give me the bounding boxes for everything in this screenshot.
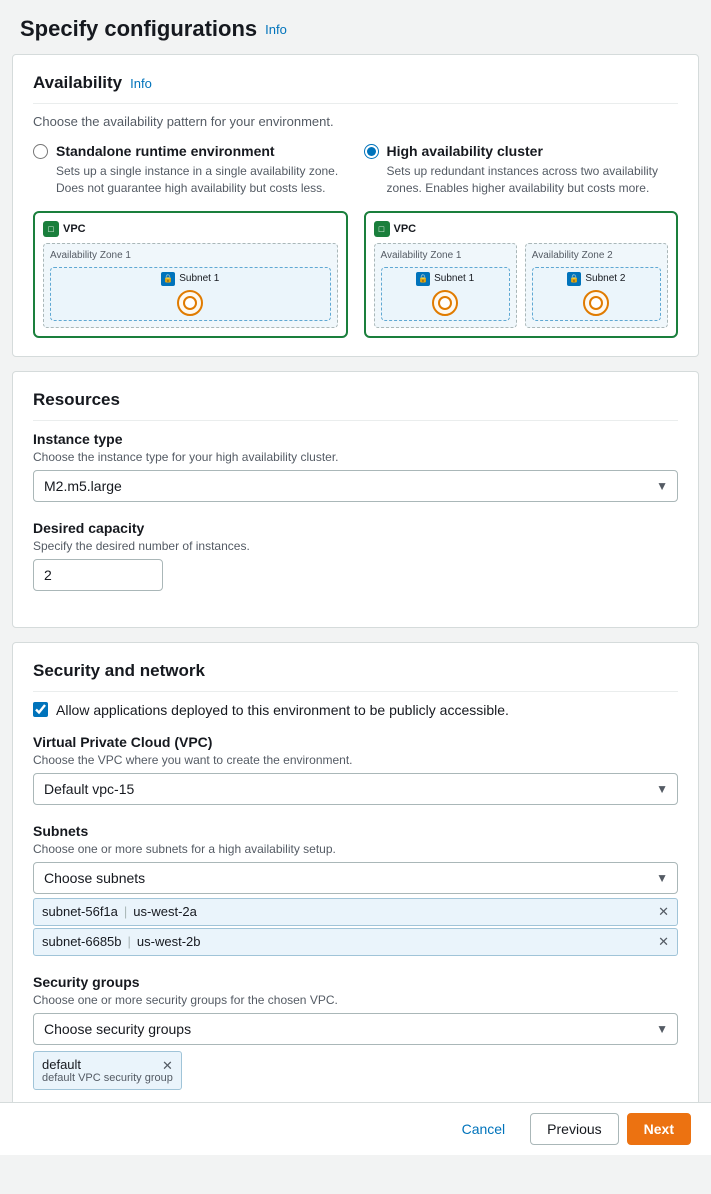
ha-subnet1-icon: 🔒 [416,272,430,286]
standalone-diagram: □ VPC Availability Zone 1 🔒 Subnet 1 [33,211,348,338]
public-accessible-label[interactable]: Allow applications deployed to this envi… [56,702,509,718]
security-groups-label: Security groups [33,974,678,990]
ha-subnet2-icon: 🔒 [567,272,581,286]
ha-instance1-icon [432,290,458,316]
ha-subnet1: 🔒 Subnet 1 [381,267,510,321]
security-group-chip-default: default default VPC security group ✕ [33,1051,182,1090]
high-availability-radio[interactable] [364,144,379,159]
page-container: Specify configurations Info Availability… [0,0,711,1194]
desired-capacity-label: Desired capacity [33,520,678,536]
subnets-chips: subnet-56f1a | us-west-2a ✕ subnet-6685b… [33,898,678,956]
standalone-az1: Availability Zone 1 🔒 Subnet 1 [43,243,338,328]
instance-type-label: Instance type [33,431,678,447]
subnet-chip-1-id: subnet-56f1a [42,904,118,919]
vpc-desc: Choose the VPC where you want to create … [33,753,678,767]
standalone-option: Standalone runtime environment Sets up a… [33,143,348,338]
subnet-chip-1-remove[interactable]: ✕ [658,904,669,920]
desired-capacity-desc: Specify the desired number of instances. [33,539,678,553]
availability-title: Availability [33,73,122,93]
ha-instance2-icon [583,290,609,316]
standalone-az-container: Availability Zone 1 🔒 Subnet 1 [43,243,338,328]
high-availability-option: High availability cluster Sets up redund… [364,143,679,338]
sg-chip-name: default [42,1057,173,1072]
high-availability-desc: Sets up redundant instances across two a… [387,163,679,197]
previous-button[interactable]: Previous [530,1113,618,1145]
subnets-field: Subnets Choose one or more subnets for a… [33,823,678,956]
resources-title: Resources [33,390,120,410]
security-network-header: Security and network [33,661,678,692]
public-accessible-checkbox[interactable] [33,702,48,717]
sg-chip-remove[interactable]: ✕ [162,1058,173,1074]
security-network-title: Security and network [33,661,205,681]
ha-az-container: Availability Zone 1 🔒 Subnet 1 [374,243,669,328]
security-groups-field: Security groups Choose one or more secur… [33,974,678,1090]
security-network-section: Security and network Allow applications … [12,642,699,1127]
cancel-button[interactable]: Cancel [445,1113,523,1145]
subnet-chip-1: subnet-56f1a | us-west-2a ✕ [33,898,678,926]
subnet-chip-2-remove[interactable]: ✕ [658,934,669,950]
desired-capacity-field: Desired capacity Specify the desired num… [33,520,678,591]
subnets-select-wrapper: Choose subnets ▼ [33,862,678,894]
subnet-chip-2-id: subnet-6685b [42,934,122,949]
standalone-radio-label[interactable]: Standalone runtime environment [33,143,348,159]
vpc-select-wrapper: Default vpc-15 ▼ [33,773,678,805]
standalone-vpc-label: □ VPC [43,221,338,237]
instance-type-select[interactable]: M2.m5.large M2.m5.xlarge M2.m5.2xlarge [33,470,678,502]
ha-vpc-label: □ VPC [374,221,669,237]
security-groups-desc: Choose one or more security groups for t… [33,993,678,1007]
instance-icon [177,290,203,316]
ha-vpc-icon: □ [374,221,390,237]
page-info-link[interactable]: Info [265,22,287,37]
security-groups-select-wrapper: Choose security groups ▼ [33,1013,678,1045]
instance-type-select-wrapper: M2.m5.large M2.m5.xlarge M2.m5.2xlarge ▼ [33,470,678,502]
ha-az2-label: Availability Zone 2 [532,250,661,261]
availability-header: Availability Info [33,73,678,104]
next-button[interactable]: Next [627,1113,691,1145]
resources-header: Resources [33,390,678,421]
availability-options: Standalone runtime environment Sets up a… [33,143,678,338]
page-title: Specify configurations [20,16,257,42]
subnets-select[interactable]: Choose subnets [33,862,678,894]
high-availability-radio-label[interactable]: High availability cluster [364,143,679,159]
high-availability-diagram: □ VPC Availability Zone 1 🔒 Subnet 1 [364,211,679,338]
standalone-az1-label: Availability Zone 1 [50,250,331,261]
availability-description: Choose the availability pattern for your… [33,114,678,129]
subnet-chip-1-az: us-west-2a [133,904,197,919]
vpc-field: Virtual Private Cloud (VPC) Choose the V… [33,734,678,805]
availability-section: Availability Info Choose the availabilit… [12,54,699,357]
ha-subnet2: 🔒 Subnet 2 [532,267,661,321]
subnets-label: Subnets [33,823,678,839]
vpc-select[interactable]: Default vpc-15 [33,773,678,805]
subnet-chip-2: subnet-6685b | us-west-2b ✕ [33,928,678,956]
availability-info-link[interactable]: Info [130,76,152,91]
standalone-subnet1: 🔒 Subnet 1 [50,267,331,321]
public-accessible-row: Allow applications deployed to this envi… [33,702,678,718]
standalone-desc: Sets up a single instance in a single av… [56,163,348,197]
desired-capacity-input[interactable] [33,559,163,591]
vpc-label: Virtual Private Cloud (VPC) [33,734,678,750]
instance-type-field: Instance type Choose the instance type f… [33,431,678,502]
ha-az2: Availability Zone 2 🔒 Subnet 2 [525,243,668,328]
footer-bar: Cancel Previous Next [0,1102,711,1155]
security-groups-select[interactable]: Choose security groups [33,1013,678,1045]
ha-az1-label: Availability Zone 1 [381,250,510,261]
ha-az1: Availability Zone 1 🔒 Subnet 1 [374,243,517,328]
sg-chip-desc: default VPC security group [42,1072,173,1084]
page-header: Specify configurations Info [0,0,711,54]
vpc-icon: □ [43,221,59,237]
subnet-chip-2-az: us-west-2b [137,934,201,949]
resources-section: Resources Instance type Choose the insta… [12,371,699,628]
subnets-desc: Choose one or more subnets for a high av… [33,842,678,856]
subnet-icon: 🔒 [161,272,175,286]
standalone-radio[interactable] [33,144,48,159]
instance-type-desc: Choose the instance type for your high a… [33,450,678,464]
